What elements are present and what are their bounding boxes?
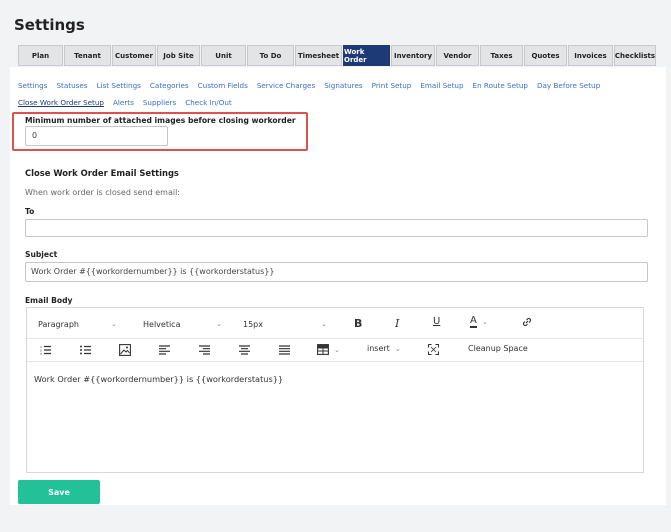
image-icon[interactable]: [119, 344, 131, 356]
tab-taxes[interactable]: Taxes: [480, 45, 523, 66]
email-body-label: Email Body: [25, 296, 73, 305]
font-select[interactable]: Helvetica ⌄: [136, 315, 226, 333]
paragraph-select[interactable]: Paragraph ⌄: [31, 315, 121, 333]
min-images-label: Minimum number of attached images before…: [25, 116, 296, 125]
insert-label: insert: [367, 344, 390, 353]
align-left-icon[interactable]: [159, 345, 170, 355]
subnav-close-work-order-setup[interactable]: Close Work Order Setup: [18, 98, 104, 107]
tab-quotes[interactable]: Quotes: [524, 45, 567, 66]
italic-icon[interactable]: I: [395, 317, 399, 330]
align-right-icon[interactable]: [199, 345, 210, 355]
tab-timesheet[interactable]: Timesheet: [295, 45, 342, 66]
subnav-suppliers[interactable]: Suppliers: [143, 98, 176, 107]
tab-to-do[interactable]: To Do: [247, 45, 294, 66]
subnav-print-setup[interactable]: Print Setup: [372, 81, 412, 90]
paragraph-select-value: Paragraph: [38, 319, 79, 329]
subnav-service-charges[interactable]: Service Charges: [257, 81, 315, 90]
bullet-list-icon[interactable]: [80, 345, 91, 355]
settings-content-panel: Settings Statuses List Settings Categori…: [10, 67, 666, 505]
cleanup-space-button[interactable]: Cleanup Space: [468, 344, 528, 353]
tab-checklists[interactable]: Checklists: [614, 45, 656, 66]
subnav-day-before-setup[interactable]: Day Before Setup: [537, 81, 600, 90]
insert-dropdown[interactable]: insert ⌄: [367, 344, 401, 353]
font-size-select[interactable]: 15px ⌄: [236, 315, 331, 333]
subject-input[interactable]: Work Order #{{workordernumber}} is {{wor…: [25, 262, 648, 282]
tab-plan[interactable]: Plan: [18, 45, 63, 66]
subnav-en-route-setup[interactable]: En Route Setup: [473, 81, 528, 90]
subnav-row-1: Settings Statuses List Settings Categori…: [18, 81, 609, 90]
tab-job-site[interactable]: Job Site: [157, 45, 200, 66]
toolbar-row-2: 123 ⌄ insert ⌄ Cleanup Space: [27, 338, 643, 362]
tab-work-order[interactable]: Work Order: [343, 45, 390, 66]
subnav-statuses[interactable]: Statuses: [56, 81, 87, 90]
align-center-icon[interactable]: [239, 345, 250, 355]
subnav-check-in-out[interactable]: Check In/Out: [185, 98, 232, 107]
font-select-value: Helvetica: [143, 319, 181, 329]
align-justify-icon[interactable]: [279, 345, 290, 355]
link-icon[interactable]: [521, 316, 533, 328]
to-input[interactable]: [25, 219, 648, 237]
table-button[interactable]: ⌄: [317, 344, 340, 355]
chevron-down-icon: ⌄: [481, 317, 488, 326]
font-size-select-value: 15px: [243, 319, 263, 329]
chevron-down-icon: ⌄: [321, 320, 327, 328]
subnav-signatures[interactable]: Signatures: [324, 81, 362, 90]
tab-customer[interactable]: Customer: [112, 45, 156, 66]
to-label: To: [25, 207, 35, 216]
ordered-list-icon[interactable]: 123: [40, 345, 51, 355]
email-settings-subtitle: When work order is closed send email:: [25, 188, 180, 197]
svg-text:3: 3: [40, 352, 42, 355]
fullscreen-icon[interactable]: [428, 344, 439, 355]
subnav-custom-fields[interactable]: Custom Fields: [198, 81, 248, 90]
email-settings-title: Close Work Order Email Settings: [25, 168, 179, 178]
bold-icon[interactable]: B: [354, 317, 362, 330]
chevron-down-icon: ⌄: [111, 320, 117, 328]
subnav-alerts[interactable]: Alerts: [113, 98, 134, 107]
tab-vendor[interactable]: Vendor: [436, 45, 479, 66]
rich-text-editor: Paragraph ⌄ Helvetica ⌄ 15px ⌄ B I U A ⌄: [26, 307, 644, 473]
chevron-down-icon: ⌄: [216, 320, 222, 328]
subnav-categories[interactable]: Categories: [150, 81, 189, 90]
underline-icon[interactable]: U: [433, 316, 440, 327]
save-button[interactable]: Save: [18, 480, 100, 504]
toolbar-row-1: Paragraph ⌄ Helvetica ⌄ 15px ⌄ B I U A ⌄: [27, 312, 643, 336]
settings-tabs: Plan Tenant Customer Job Site Unit To Do…: [18, 45, 657, 66]
subject-label: Subject: [25, 250, 58, 259]
tab-invoices[interactable]: Invoices: [568, 45, 613, 66]
table-icon: [317, 344, 329, 355]
text-color-icon: A: [470, 315, 477, 328]
tab-inventory[interactable]: Inventory: [391, 45, 435, 66]
page-title: Settings: [14, 16, 85, 34]
tab-unit[interactable]: Unit: [201, 45, 246, 66]
subnav-email-setup[interactable]: Email Setup: [420, 81, 463, 90]
chevron-down-icon: ⌄: [394, 344, 401, 353]
text-color-button[interactable]: A ⌄: [470, 315, 488, 328]
subnav-list-settings[interactable]: List Settings: [97, 81, 141, 90]
tab-tenant[interactable]: Tenant: [64, 45, 111, 66]
min-images-input[interactable]: 0: [25, 126, 168, 146]
subnav-row-2: Close Work Order Setup Alerts Suppliers …: [18, 98, 241, 107]
chevron-down-icon: ⌄: [334, 345, 340, 354]
editor-content[interactable]: Work Order #{{workordernumber}} is {{wor…: [34, 374, 283, 384]
subnav-settings[interactable]: Settings: [18, 81, 47, 90]
